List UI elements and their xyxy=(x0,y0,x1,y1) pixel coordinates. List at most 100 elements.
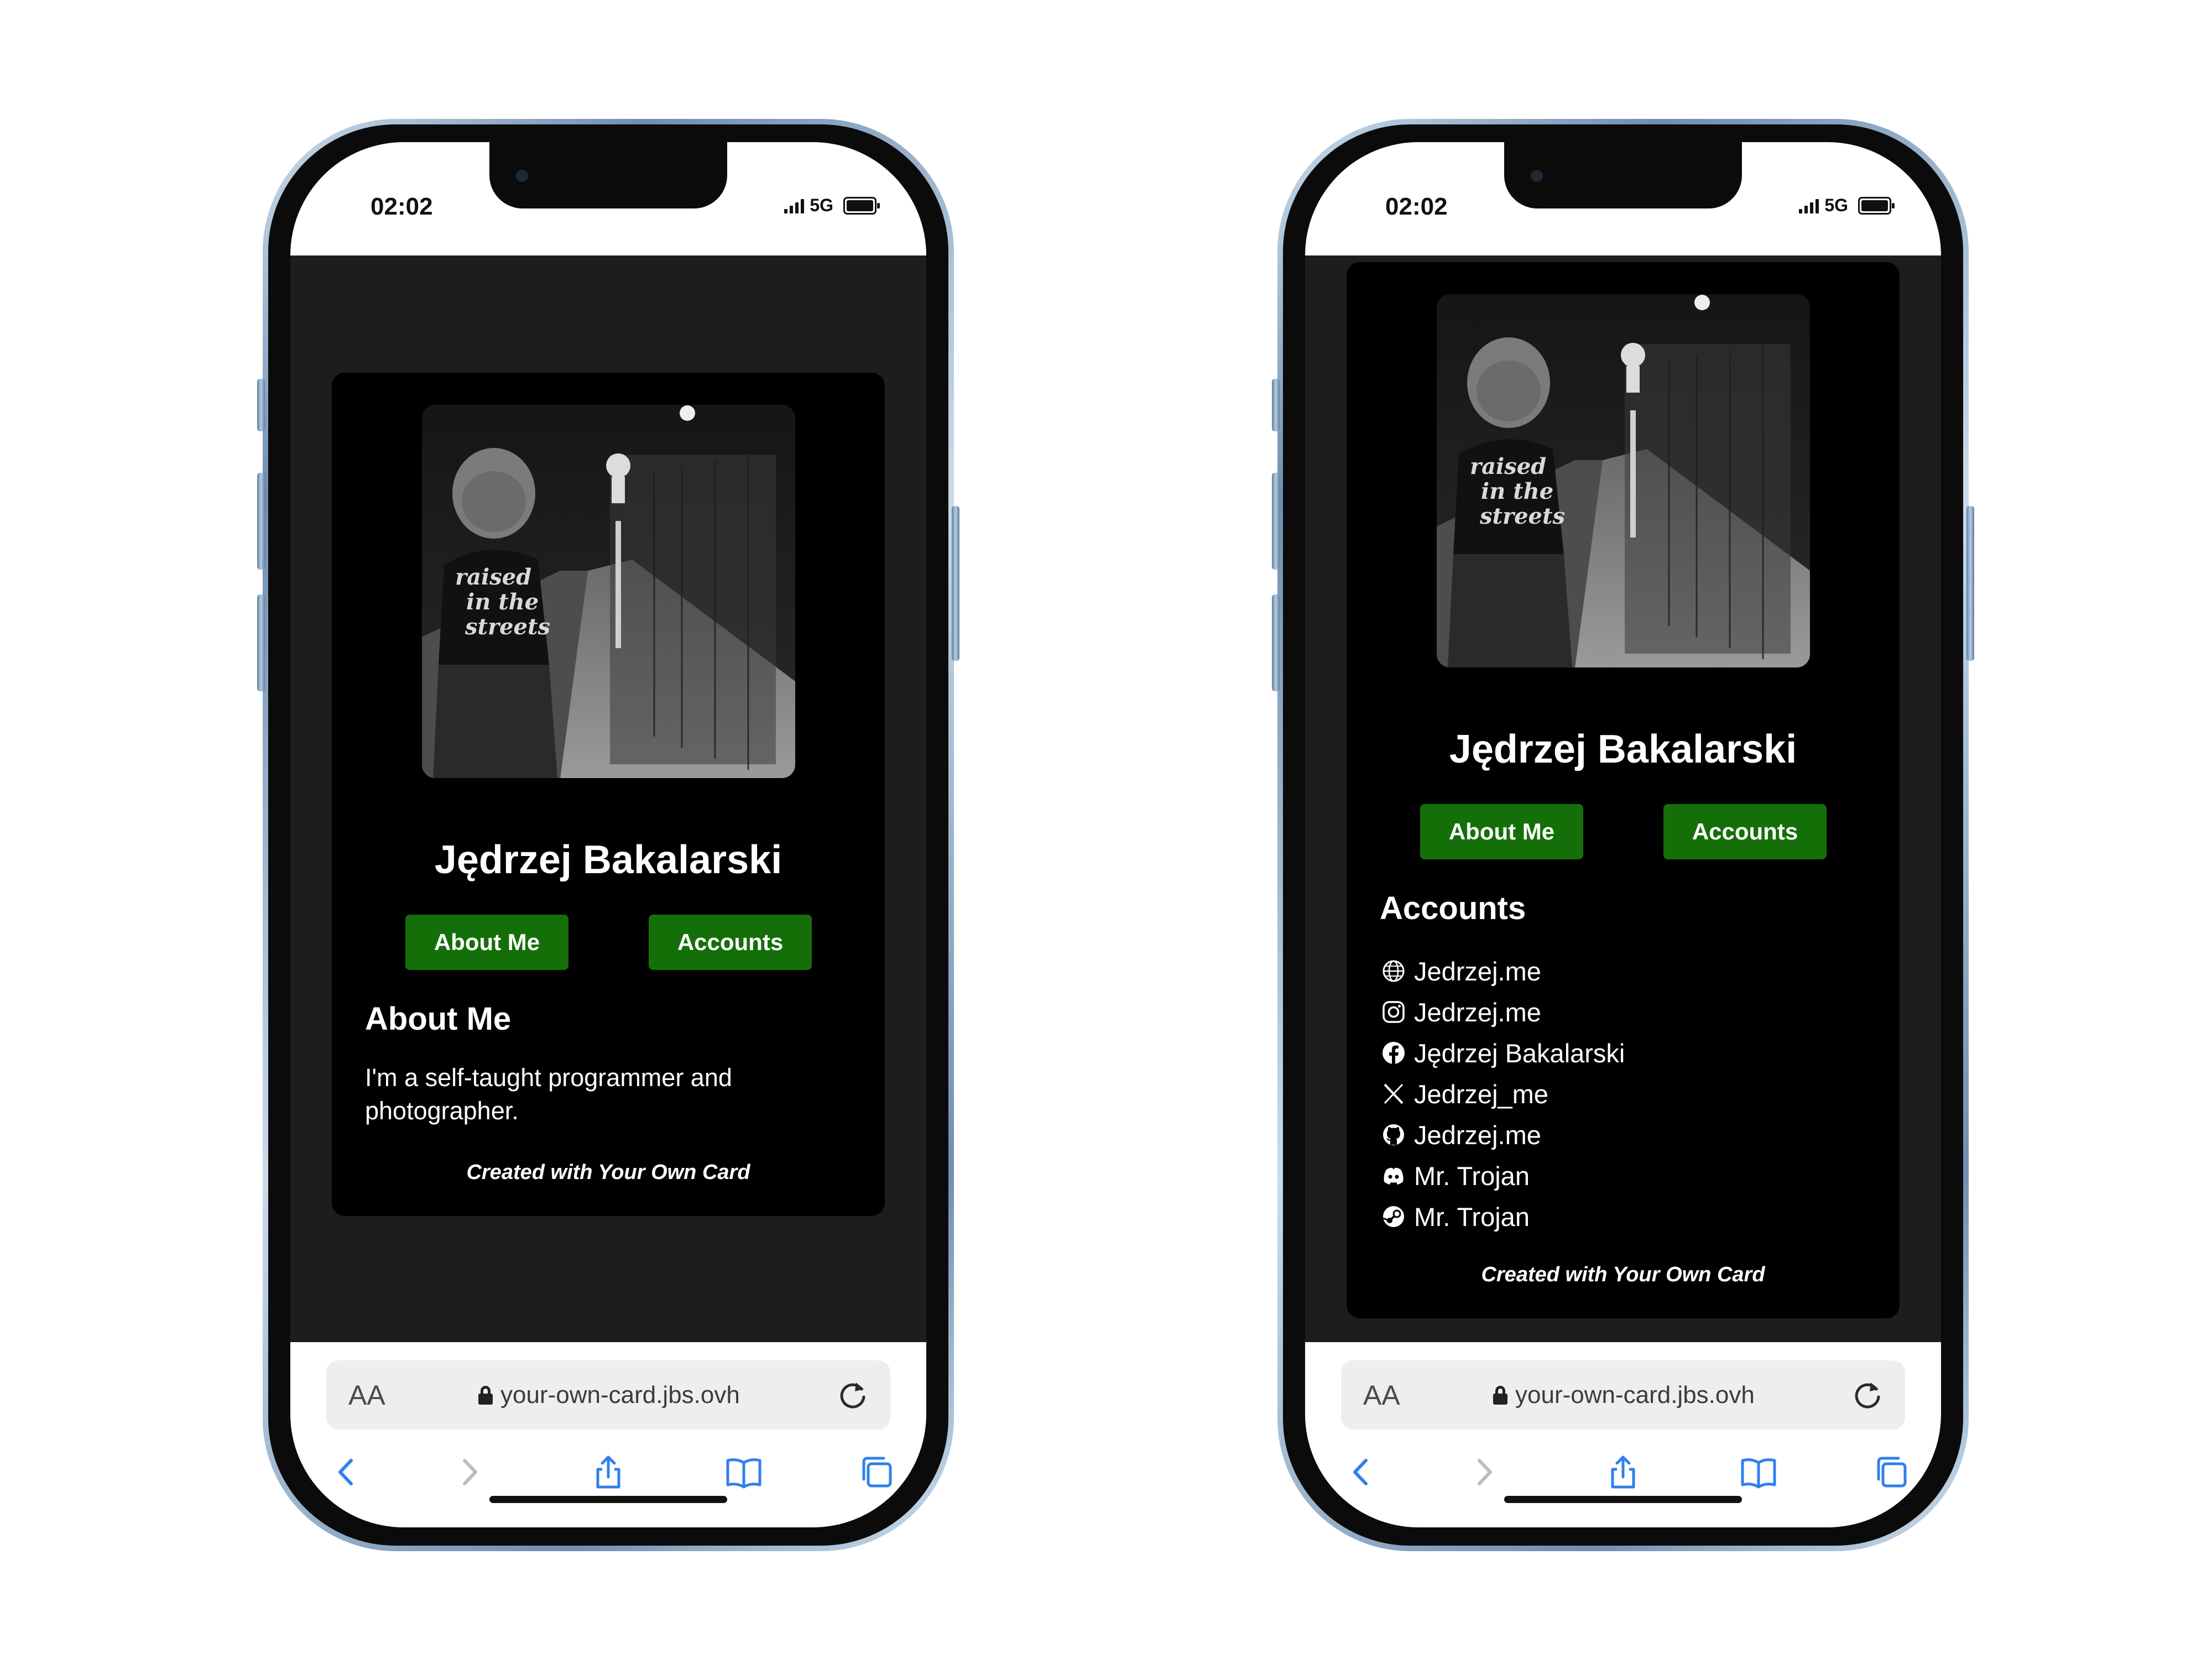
account-label: Mr. Trojan xyxy=(1414,1161,1530,1191)
profile-name: Jędrzej Bakalarski xyxy=(434,838,782,882)
about-text: I'm a self-taught programmer and photogr… xyxy=(365,1063,732,1125)
bookmarks-button[interactable] xyxy=(1736,1450,1781,1494)
browser-toolbar xyxy=(290,1450,926,1494)
tabs-icon xyxy=(862,1457,892,1488)
network-type: 5G xyxy=(810,195,833,215)
svg-text:raised: raised xyxy=(1470,453,1546,479)
text-size-button[interactable]: AA xyxy=(1363,1379,1400,1411)
about-section-title: About Me xyxy=(365,1001,512,1037)
camera-icon xyxy=(1531,170,1543,182)
svg-text:streets: streets xyxy=(465,614,550,640)
status-bar: 02:02 5G xyxy=(290,142,926,255)
account-label: Jedrzej_me xyxy=(1414,1079,1548,1109)
accounts-button[interactable]: Accounts xyxy=(649,915,812,970)
account-label: Jedrzej.me xyxy=(1414,956,1541,986)
account-steam[interactable]: Mr. Trojan xyxy=(1380,1196,1866,1237)
account-label: Jedrzej.me xyxy=(1414,1120,1541,1150)
forward-button[interactable] xyxy=(448,1450,492,1494)
footer-text: Created with Your Own Card xyxy=(466,1161,750,1184)
facebook-icon xyxy=(1380,1039,1407,1067)
account-x[interactable]: Jedrzej_me xyxy=(1380,1073,1866,1114)
status-time: 02:02 xyxy=(1385,193,1448,220)
instagram-icon xyxy=(1380,998,1407,1026)
notch xyxy=(1504,142,1742,208)
bookmarks-button[interactable] xyxy=(722,1450,766,1494)
book-icon xyxy=(726,1458,761,1489)
signal-icon xyxy=(784,198,805,213)
chevron-left-icon xyxy=(338,1459,353,1485)
svg-text:in the: in the xyxy=(1481,478,1553,504)
profile-card: raised in the streets Jędrzej Bakalarski A… xyxy=(332,373,885,1216)
text-size-label: AA xyxy=(348,1380,385,1411)
svg-text:in the: in the xyxy=(466,589,539,615)
book-icon xyxy=(1741,1458,1776,1489)
profile-name: Jędrzej Bakalarski xyxy=(1449,727,1797,771)
home-indicator xyxy=(489,1496,727,1503)
battery-icon xyxy=(843,196,880,215)
x-icon xyxy=(1380,1080,1407,1108)
account-label: Jędrzej Bakalarski xyxy=(1414,1038,1625,1068)
volume-down-button xyxy=(1272,594,1280,691)
account-label: Jedrzej.me xyxy=(1414,997,1541,1027)
url-display[interactable]: your-own-card.jbs.ovh xyxy=(478,1381,740,1409)
website-icon xyxy=(1380,957,1407,985)
web-content: raised in the streets Jędrzej Bakalarski A… xyxy=(290,255,926,1342)
address-bar[interactable]: AA your-own-card.jbs.ovh xyxy=(1341,1360,1905,1430)
web-content: raised in the streets Jędrzej Bakalarski A… xyxy=(1305,255,1941,1342)
mute-switch xyxy=(257,379,265,431)
phone-about-view: 02:02 5G raised in the streets Jędrzej B… xyxy=(257,119,959,1551)
phone-screen: 02:02 5G raised in the streets Jędrzej B… xyxy=(290,142,926,1527)
back-button[interactable] xyxy=(1338,1450,1383,1494)
about-me-button[interactable]: About Me xyxy=(405,915,568,970)
tabs-button[interactable] xyxy=(1869,1450,1913,1494)
footer-text: Created with Your Own Card xyxy=(1481,1263,1765,1286)
url-display[interactable]: your-own-card.jbs.ovh xyxy=(1493,1381,1755,1409)
phone-screen: 02:02 5G raised in the streets Jędrzej B… xyxy=(1305,142,1941,1527)
volume-up-button xyxy=(1272,473,1280,570)
discord-icon xyxy=(1380,1162,1407,1190)
signal-icon xyxy=(1799,198,1819,213)
share-button[interactable] xyxy=(1601,1450,1645,1494)
forward-button[interactable] xyxy=(1463,1450,1507,1494)
account-label: Mr. Trojan xyxy=(1414,1202,1530,1232)
browser-toolbar xyxy=(1305,1450,1941,1494)
profile-photo: raised in the streets xyxy=(1437,294,1810,667)
share-icon xyxy=(596,1455,620,1489)
account-website[interactable]: Jedrzej.me xyxy=(1380,951,1866,992)
account-github[interactable]: Jedrzej.me xyxy=(1380,1114,1866,1155)
lock-icon xyxy=(1493,1386,1507,1405)
power-button xyxy=(1966,506,1974,661)
power-button xyxy=(952,506,959,661)
about-me-button[interactable]: About Me xyxy=(1420,804,1583,859)
accounts-button[interactable]: Accounts xyxy=(1663,804,1827,859)
tabs-icon xyxy=(1877,1457,1907,1488)
account-instagram[interactable]: Jedrzej.me xyxy=(1380,992,1866,1032)
profile-photo: raised in the streets xyxy=(422,405,795,778)
chevron-left-icon xyxy=(1353,1459,1368,1485)
network-type: 5G xyxy=(1824,195,1848,215)
phone-accounts-view: 02:02 5G raised in the streets Jędrzej B… xyxy=(1272,119,1974,1551)
back-button[interactable] xyxy=(324,1450,368,1494)
status-bar: 02:02 5G xyxy=(1305,142,1941,255)
url-text: your-own-card.jbs.ovh xyxy=(1515,1381,1755,1408)
tabs-button[interactable] xyxy=(854,1450,899,1494)
share-button[interactable] xyxy=(586,1450,630,1494)
lock-icon xyxy=(478,1386,493,1405)
reload-icon[interactable] xyxy=(1851,1377,1884,1410)
notch xyxy=(489,142,727,208)
volume-down-button xyxy=(257,594,265,691)
text-size-label: AA xyxy=(1363,1380,1400,1411)
reload-icon[interactable] xyxy=(836,1377,869,1410)
address-bar[interactable]: AA your-own-card.jbs.ovh xyxy=(326,1360,890,1430)
accounts-list: Jedrzej.me Jedrzej.me Jędrzej Bakalarski… xyxy=(1380,951,1866,1237)
status-time: 02:02 xyxy=(371,193,433,220)
share-icon xyxy=(1611,1455,1635,1489)
chevron-right-icon xyxy=(463,1459,477,1485)
steam-icon xyxy=(1380,1203,1407,1230)
account-discord[interactable]: Mr. Trojan xyxy=(1380,1155,1866,1196)
accounts-section-title: Accounts xyxy=(1380,890,1526,926)
account-facebook[interactable]: Jędrzej Bakalarski xyxy=(1380,1032,1866,1073)
mute-switch xyxy=(1272,379,1280,431)
text-size-button[interactable]: AA xyxy=(348,1379,385,1411)
volume-up-button xyxy=(257,473,265,570)
